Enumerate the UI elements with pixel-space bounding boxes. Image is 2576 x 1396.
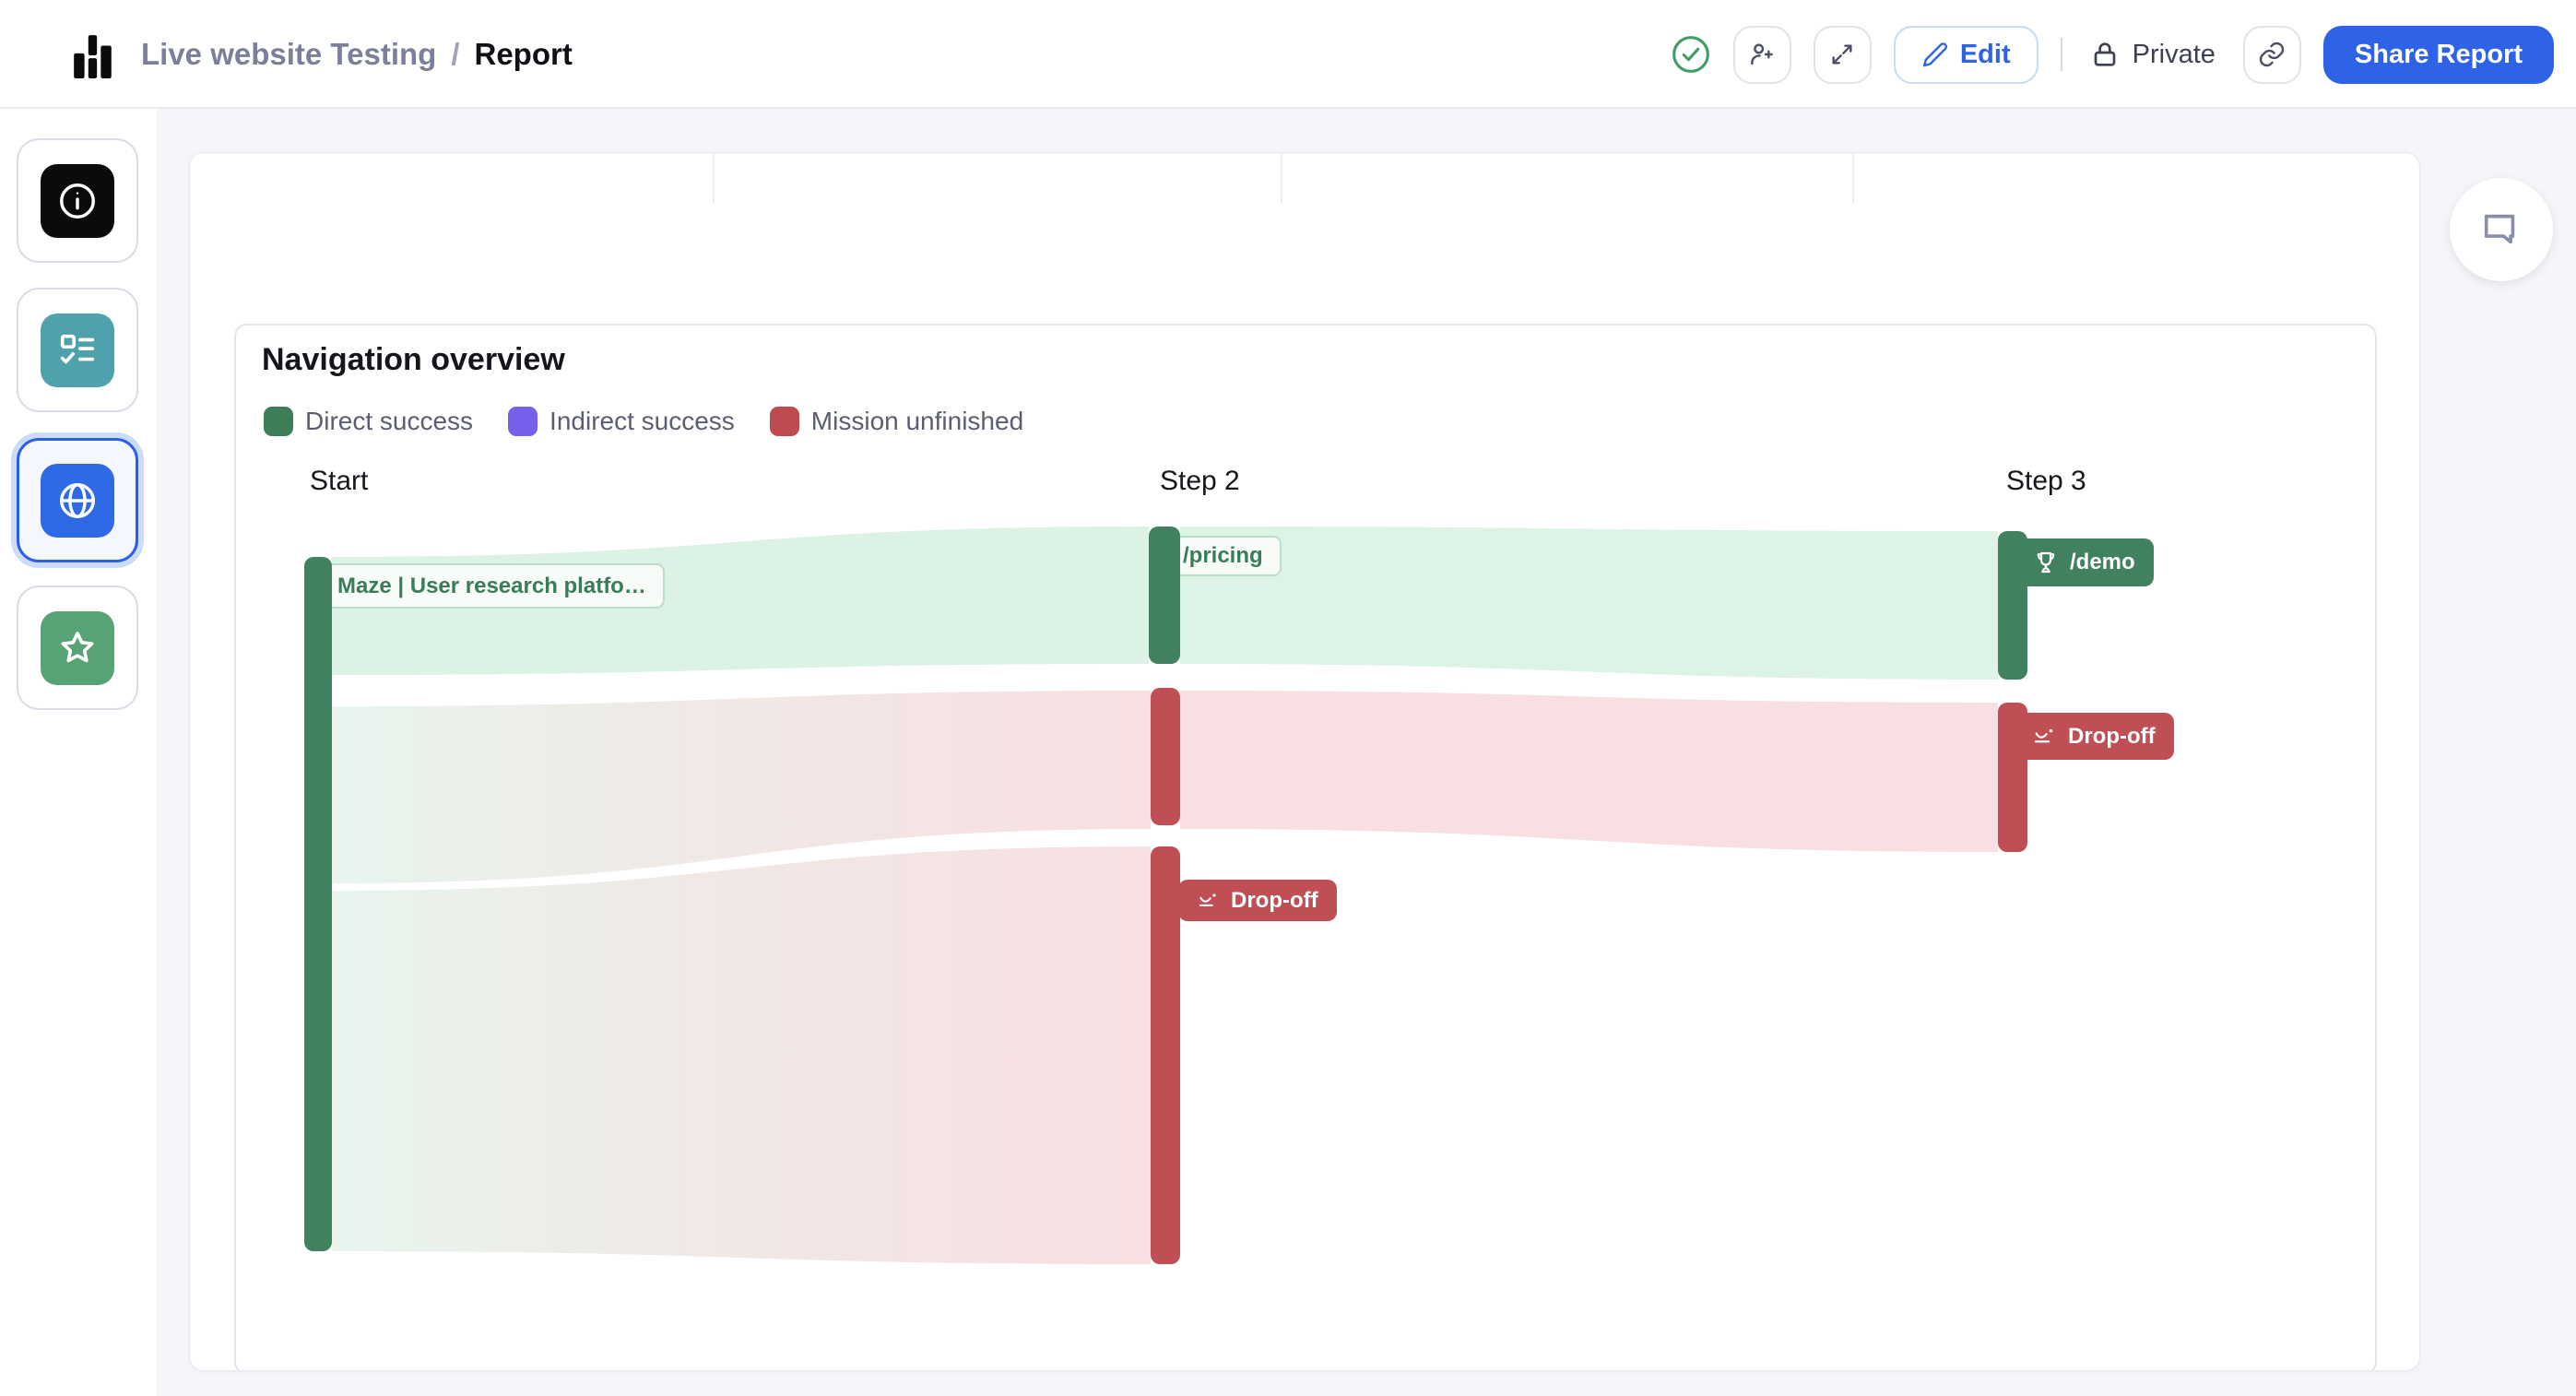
link-unfinished-dropoff3[interactable] [1180, 691, 1998, 852]
drop-off-icon [1197, 889, 1221, 913]
canvas-column-divider [1852, 153, 1854, 203]
breadcrumb-parent[interactable]: Live website Testing [141, 37, 436, 72]
header-divider [2061, 38, 2062, 71]
star-icon [41, 611, 114, 685]
start-node-label: Maze | User research platfo… [337, 574, 646, 599]
edit-button[interactable]: Edit [1894, 26, 2038, 84]
canvas-column-divider [1281, 153, 1282, 203]
lock-icon [2090, 40, 2120, 69]
share-report-button[interactable]: Share Report [2323, 26, 2554, 84]
share-report-label: Share Report [2355, 40, 2523, 70]
dropoff-step2-label: Drop-off [1231, 888, 1318, 914]
privacy-status[interactable]: Private [2085, 40, 2221, 70]
checklist-icon [41, 314, 114, 387]
maze-logo-icon[interactable] [70, 33, 116, 79]
sidebar-item-tasks[interactable] [17, 288, 138, 412]
comments-button[interactable] [2450, 178, 2553, 281]
column-label-step3: Step 3 [2006, 466, 2086, 497]
chat-bubble-icon [2480, 208, 2523, 251]
top-header: Live website Testing / Report [0, 0, 2576, 109]
sankey-node-dropoff-step3[interactable] [1998, 703, 2027, 852]
dropoff-step3-label: Drop-off [2068, 724, 2156, 750]
breadcrumb-separator: / [451, 37, 459, 72]
column-label-step2: Step 2 [1160, 466, 1240, 497]
column-label-start: Start [310, 466, 368, 497]
copy-link-button[interactable] [2243, 26, 2301, 84]
globe-icon [41, 464, 114, 538]
check-circle-icon [1671, 34, 1711, 75]
demo-node-label: /demo [2070, 550, 2135, 575]
drop-off-icon [2032, 724, 2058, 750]
invite-user-button[interactable] [1733, 26, 1791, 84]
fullscreen-button[interactable] [1814, 26, 1872, 84]
privacy-label: Private [2133, 40, 2216, 70]
report-canvas: Navigation overview Direct success Indir… [189, 152, 2420, 1371]
pencil-icon [1921, 41, 1949, 68]
sidebar-item-info[interactable] [17, 138, 138, 263]
node-chip-dropoff-step2[interactable]: Drop-off [1178, 880, 1337, 921]
sidebar-item-favorites[interactable] [17, 586, 138, 710]
breadcrumb: Live website Testing / Report [141, 0, 573, 109]
sankey-node-dropoff-step2[interactable] [1151, 846, 1180, 1264]
block-sidebar [0, 109, 157, 1396]
sankey-node-demo[interactable] [1998, 531, 2027, 680]
edit-button-label: Edit [1960, 40, 2011, 70]
breadcrumb-current: Report [474, 37, 572, 72]
navigation-overview-card: Navigation overview Direct success Indir… [234, 324, 2377, 1371]
canvas-column-divider [713, 153, 715, 203]
link-start-dropoff2[interactable] [332, 846, 1151, 1264]
sankey-node-unfinished-step2[interactable] [1151, 688, 1180, 825]
trophy-icon [2032, 549, 2060, 576]
info-icon [41, 164, 114, 238]
node-chip-start[interactable]: Maze | User research platfo… [319, 563, 665, 609]
expand-icon [1827, 40, 1857, 69]
sankey-chart: Start Step 2 Step 3 Maze | [236, 325, 2379, 1371]
sidebar-item-navigation[interactable] [17, 438, 138, 562]
node-chip-dropoff-step3[interactable]: Drop-off [2014, 713, 2174, 760]
person-add-icon [1747, 40, 1777, 69]
header-actions: Edit Private Share Report [1671, 0, 2554, 109]
link-pricing-demo[interactable] [1180, 526, 1998, 680]
sankey-node-pricing[interactable] [1149, 526, 1180, 664]
pricing-node-label: /pricing [1183, 543, 1263, 569]
node-chip-pricing[interactable]: /pricing [1164, 536, 1282, 576]
node-chip-demo[interactable]: /demo [2014, 538, 2154, 586]
sankey-node-start[interactable] [304, 557, 332, 1251]
link-icon [2257, 40, 2286, 69]
